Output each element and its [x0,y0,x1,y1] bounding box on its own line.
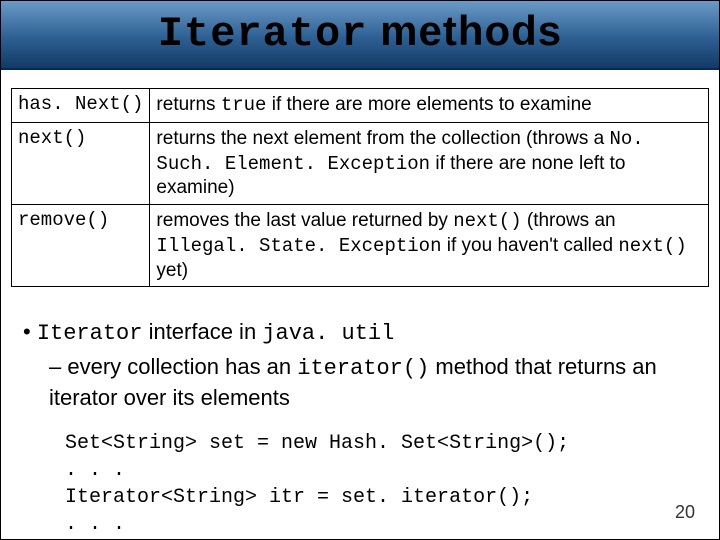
method-name: remove() [12,205,150,287]
code-block: Set<String> set = new Hash. Set<String>(… [65,430,719,538]
bullet-list: Iterator interface in java. util every c… [23,317,709,412]
table-row: remove() removes the last value returned… [12,205,709,287]
code-line: Set<String> set = new Hash. Set<String>(… [65,432,569,455]
table-row: has. Next() returns true if there are mo… [12,89,709,123]
table-row: next() returns the next element from the… [12,122,709,204]
slide-title: Iterator methods [158,7,562,54]
sub-bullet-item: every collection has an iterator() metho… [49,353,709,412]
slide: Iterator methods has. Next() returns tru… [0,0,720,540]
page-number: 20 [675,502,695,523]
title-bar: Iterator methods [1,1,719,70]
title-rest: methods [367,7,562,54]
method-name: next() [12,122,150,204]
bullet-item: Iterator interface in java. util every c… [23,317,709,412]
title-mono: Iterator [158,10,368,58]
method-desc: returns true if there are more elements … [150,89,709,123]
method-desc: returns the next element from the collec… [150,122,709,204]
method-name: has. Next() [12,89,150,123]
methods-table: has. Next() returns true if there are mo… [11,88,709,287]
method-desc: removes the last value returned by next(… [150,205,709,287]
code-line: . . . [65,513,125,536]
sub-bullet-list: every collection has an iterator() metho… [49,353,709,412]
code-line: Iterator<String> itr = set. iterator(); [65,486,533,509]
code-line: . . . [65,459,125,482]
